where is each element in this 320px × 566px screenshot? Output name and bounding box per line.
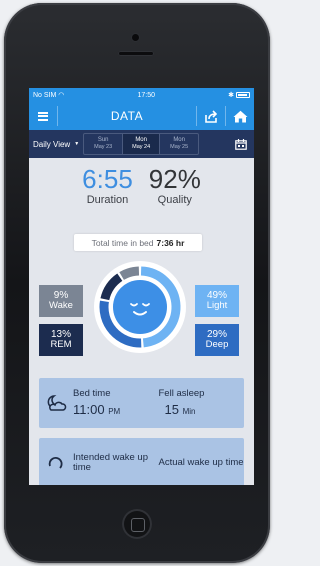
menu-icon [38,111,48,121]
total-value: 7:36 hr [156,237,185,248]
date-label: May 24 [132,144,151,151]
nav-bar: DATA [29,102,254,130]
summary-stats: 6:55 Duration 92% Quality [29,166,254,206]
date-dow: Mon [135,137,147,144]
stage-rem[interactable]: 13% REM [39,324,83,356]
fell-asleep-value: 15 Min [164,401,196,417]
bed-time-label: Bed time [73,388,111,400]
wifi-icon: ◠ [58,92,65,99]
battery-icon [236,92,250,98]
sleep-face-background [113,280,167,334]
menu-button[interactable] [29,102,57,130]
wake-time-card[interactable]: Intended wake up time Actual wake up tim… [39,438,244,485]
wake-icon [39,454,73,472]
duration-value: 6:55 [82,164,133,194]
share-button[interactable] [197,102,225,130]
carrier: No SIM ◠ [33,92,65,99]
total-time-in-bed: Total time in bed 7:36 hr [74,234,202,251]
moon-cloud-icon [39,394,73,412]
sleep-stage-dial [94,261,186,353]
calendar-icon [235,138,247,150]
stage-deep-label: Deep [205,339,229,351]
date-label: May 23 [94,144,113,151]
stage-light-label: Light [206,300,228,312]
bedtime-card[interactable]: Bed time 11:00 PM Fell asleep 15 Min [39,378,244,428]
stage-rem-label: REM [50,339,72,351]
view-selector[interactable]: Daily View [33,140,70,149]
duration-stat: 6:55 Duration [82,166,133,206]
duration-label: Duration [86,194,129,206]
ring-segment-wake [119,266,140,281]
actual-wake-column: Actual wake up time [158,456,245,468]
home-icon [233,110,247,122]
stage-deep[interactable]: 29% Deep [195,324,239,356]
total-label: Total time in bed [91,237,154,248]
page-title: DATA [110,109,144,123]
share-icon [205,109,218,123]
intended-wake-column: Intended wake up time [73,451,159,474]
date-dow: Sun [97,137,109,144]
bed-time-value: 11:00 PM [73,401,121,417]
date-bar: Daily View ▼ Sun May 23 Mon May 24 Mon M… [29,130,254,158]
status-bar: No SIM ◠ 17:50 ✱ [29,88,254,102]
hardware-home-button[interactable] [122,509,152,539]
date-item-selected[interactable]: Mon May 24 [122,134,161,154]
fell-asleep-column: Fell asleep 15 Min [158,388,245,417]
phone-frame: No SIM ◠ 17:50 ✱ DATA Daily View ▼ Sun M… [4,3,270,563]
quality-value: 92% [148,164,201,194]
date-label: May 25 [170,144,189,151]
clock: 17:50 [137,91,156,99]
camera [132,34,139,41]
caret-down-icon: ▼ [74,141,80,147]
quality-label: Quality [157,194,192,206]
quality-stat: 92% Quality [149,166,201,206]
speaker [118,51,154,56]
intended-wake-label: Intended wake up time [73,451,149,473]
date-item[interactable]: Sun May 23 [84,134,122,154]
status-right: ✱ [228,91,250,99]
bluetooth-icon: ✱ [228,92,234,99]
screen: No SIM ◠ 17:50 ✱ DATA Daily View ▼ Sun M… [29,88,254,485]
calendar-button[interactable] [232,135,250,153]
stage-wake-label: Wake [49,300,73,312]
home-button[interactable] [226,102,254,130]
date-dow: Mon [173,137,185,144]
stage-light[interactable]: 49% Light [195,285,239,317]
date-item[interactable]: Mon May 25 [160,134,198,154]
date-picker: Sun May 23 Mon May 24 Mon May 25 [83,133,200,155]
stage-wake[interactable]: 9% Wake [39,285,83,317]
bed-time-column: Bed time 11:00 PM [73,388,159,417]
fell-asleep-label: Fell asleep [158,388,205,400]
actual-wake-label: Actual wake up time [158,456,244,468]
